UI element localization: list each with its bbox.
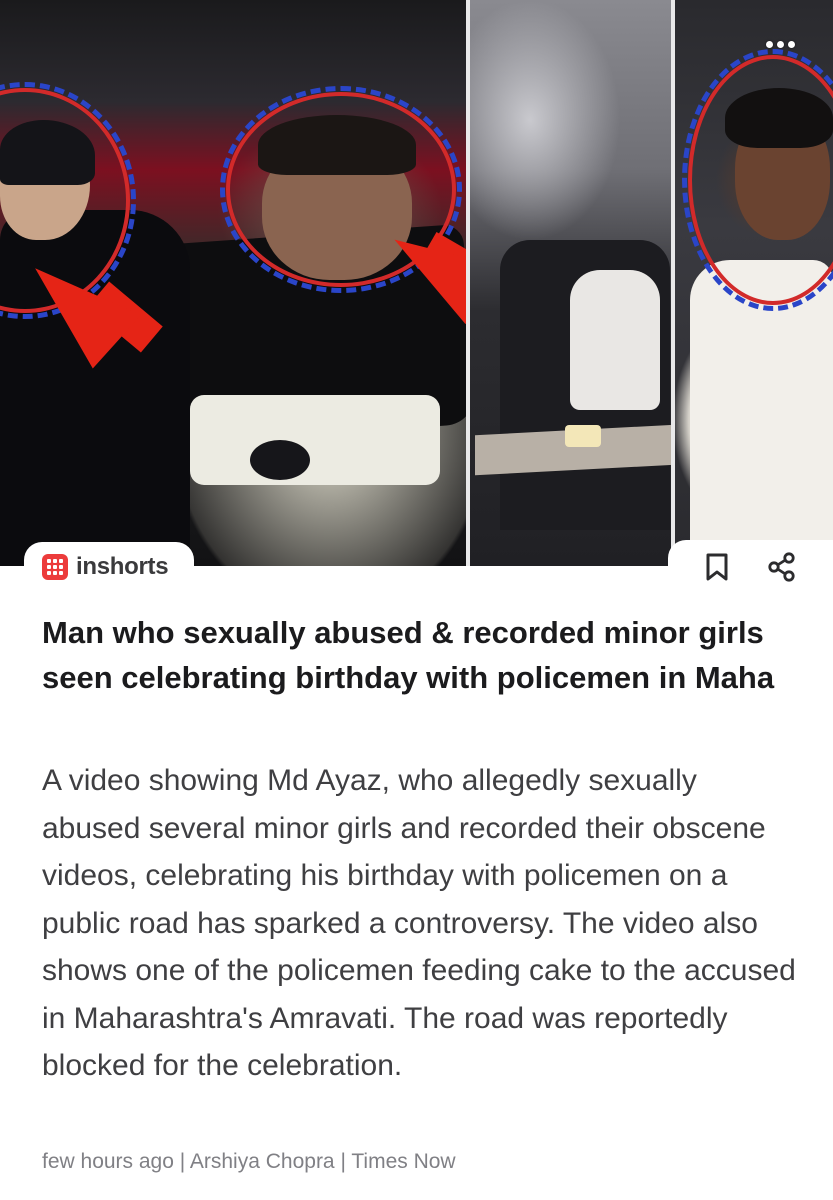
photo-panel-right [675, 0, 833, 566]
annotation-circle [682, 49, 833, 311]
actions-tab [668, 540, 833, 590]
photo-panel-left [0, 0, 470, 566]
bookmark-button[interactable] [700, 550, 734, 584]
cake-shape [565, 425, 601, 447]
more-options-button[interactable] [757, 22, 803, 66]
photo-panel-middle [470, 0, 675, 566]
hero-image[interactable] [0, 0, 833, 566]
clothing-detail [250, 440, 310, 480]
more-horizontal-icon [765, 40, 773, 48]
article-byline[interactable]: few hours ago | Arshiya Chopra | Times N… [42, 1150, 456, 1174]
article-body: A video showing Md Ayaz, who allegedly s… [42, 764, 796, 1082]
share-icon [768, 552, 795, 582]
brand-name: inshorts [76, 553, 169, 580]
bookmark-icon [706, 553, 728, 581]
more-dot [776, 40, 784, 48]
article-headline[interactable]: Man who sexually abused & recorded minor… [42, 610, 802, 700]
person-hoodie-shape [570, 270, 660, 410]
inshorts-logo-icon [42, 554, 68, 580]
brand[interactable]: inshorts [42, 553, 169, 581]
clothing-shape [190, 395, 440, 485]
share-button[interactable] [764, 549, 800, 585]
more-dot [787, 40, 795, 48]
